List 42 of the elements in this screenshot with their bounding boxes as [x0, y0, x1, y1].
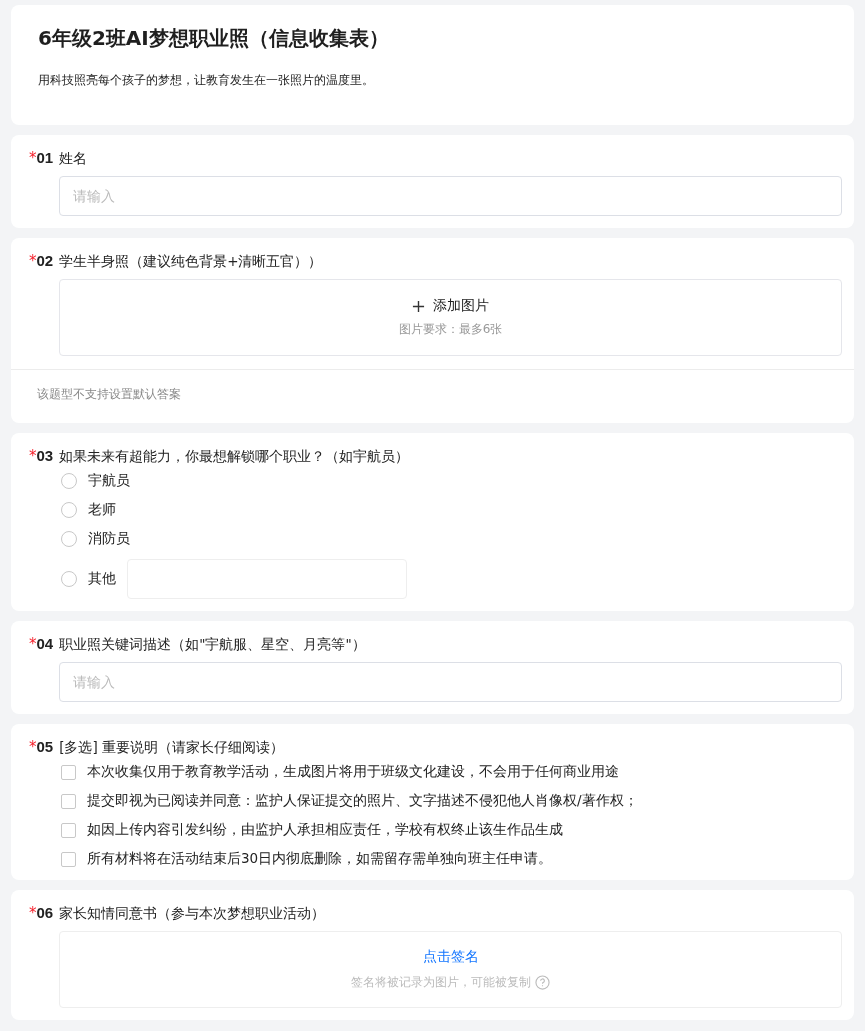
- question-number: 06: [36, 904, 54, 921]
- question-title: 如果未来有超能力，你最想解锁哪个职业？（如宇航员）: [59, 448, 410, 466]
- option-label: 宇航员: [88, 472, 130, 490]
- checkbox[interactable]: [61, 793, 76, 809]
- option-label: 提交即视为已阅读并同意：监护人保证提交的照片、文字描述不侵犯他人肖像权/著作权；: [87, 792, 638, 810]
- question-title: 家长知情同意书（参与本次梦想职业活动）: [59, 905, 326, 923]
- checkbox[interactable]: [61, 764, 76, 780]
- checkbox[interactable]: [61, 851, 76, 867]
- form-title: 6年级2班AI梦想职业照（信息收集表）: [38, 25, 390, 52]
- option-label: 所有材料将在活动结束后30日内彻底删除，如需留存需单独向班主任申请。: [87, 850, 553, 868]
- required-mark: *: [29, 149, 37, 167]
- option-label: 本次收集仅用于教育教学活动，生成图片将用于班级文化建设，不会用于任何商业用途: [87, 763, 619, 781]
- required-mark: *: [29, 252, 37, 270]
- input-field[interactable]: 请输入: [59, 176, 842, 216]
- option-label: 消防员: [88, 530, 130, 548]
- option-label: 其他: [88, 570, 116, 588]
- required-mark: *: [29, 635, 37, 653]
- question-title: 姓名: [59, 150, 88, 168]
- question-note: 该题型不支持设置默认答案: [36, 386, 182, 403]
- question-number: 01: [36, 149, 54, 166]
- upload-hint: 图片要求：最多6张: [398, 321, 503, 338]
- question-title: 学生半身照（建议纯色背景+清晰五官））: [59, 253, 323, 271]
- sign-link[interactable]: 点击签名: [422, 948, 479, 966]
- required-mark: *: [29, 904, 37, 922]
- question-title: 职业照关键词描述（如"宇航服、星空、月亮等"）: [59, 636, 366, 654]
- checkbox[interactable]: [61, 822, 76, 838]
- input-field[interactable]: 请输入: [59, 662, 842, 702]
- option-label: 如因上传内容引发纠纷，由监护人承担相应责任，学校有权终止该生作品生成: [87, 821, 563, 839]
- question-number: 04: [36, 635, 54, 652]
- plus-icon: [412, 299, 425, 313]
- option-label: 老师: [88, 501, 116, 519]
- help-icon[interactable]: [535, 975, 550, 990]
- question-number: 03: [36, 447, 54, 464]
- signature-hint: 签名将被记录为图片，可能被复制: [351, 974, 531, 991]
- required-mark: *: [29, 447, 37, 465]
- question-title: [多选] 重要说明（请家长仔细阅读）: [59, 739, 284, 757]
- form-description: 用科技照亮每个孩子的梦想，让教育发生在一张照片的温度里。: [38, 72, 375, 89]
- upload-area[interactable]: 添加图片 图片要求：最多6张: [59, 279, 842, 356]
- question-number: 05: [36, 738, 54, 755]
- required-mark: *: [29, 738, 37, 756]
- upload-label: 添加图片: [433, 297, 489, 315]
- question-number: 02: [36, 252, 54, 269]
